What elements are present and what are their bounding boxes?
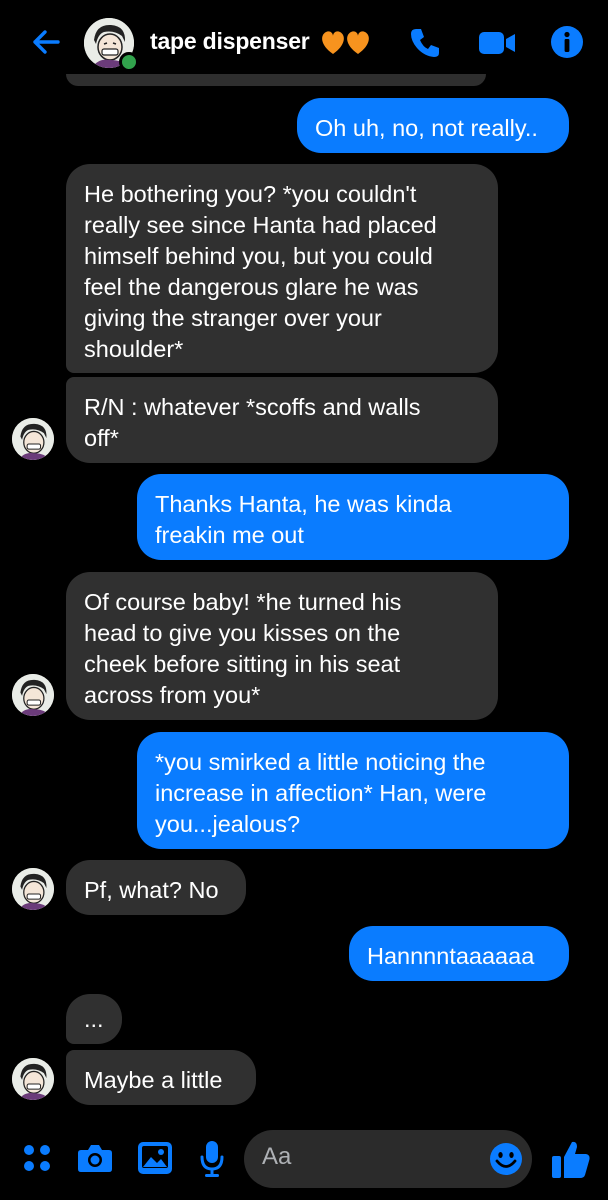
camera-icon[interactable] (77, 1142, 113, 1174)
microphone-icon[interactable] (199, 1140, 225, 1178)
avatar-image-icon (12, 1058, 54, 1100)
contact-avatar-small[interactable] (12, 674, 54, 716)
message-bubble-sent[interactable]: *you smirked a little noticing the incre… (137, 732, 569, 849)
back-arrow-icon[interactable] (28, 24, 64, 60)
apps-icon[interactable] (22, 1143, 52, 1173)
thumbs-up-icon[interactable] (550, 1138, 592, 1180)
message-bubble-sent[interactable]: Thanks Hanta, he was kinda freakin me ou… (137, 474, 569, 560)
message-input-placeholder: Aa (262, 1143, 292, 1170)
message-bubble-received[interactable]: He bothering you? *you couldn't really s… (66, 164, 498, 373)
emoji-icon[interactable] (489, 1142, 523, 1176)
message-bubble-sent[interactable]: Hannnntaaaaaa (349, 926, 569, 981)
info-icon[interactable] (550, 25, 584, 59)
contact-avatar-small[interactable] (12, 1058, 54, 1100)
gallery-icon[interactable] (137, 1141, 173, 1175)
avatar-image-icon (12, 868, 54, 910)
message-bubble-received[interactable]: Pf, what? No (66, 860, 246, 915)
online-status-dot (119, 52, 139, 72)
message-bubble-sent[interactable]: Oh uh, no, not really.. (297, 98, 569, 153)
message-bubble-received[interactable]: ... (66, 994, 122, 1044)
contact-avatar-small[interactable] (12, 418, 54, 460)
contact-name[interactable]: tape dispenser (150, 28, 310, 55)
phone-icon[interactable] (408, 26, 442, 60)
message-bubble-received[interactable]: Of course baby! *he turned his head to g… (66, 572, 498, 720)
message-bubble-received[interactable]: R/N : whatever *scoffs and walls off* (66, 377, 498, 463)
previous-message-edge (66, 74, 486, 86)
message-bubble-received[interactable]: Maybe a little (66, 1050, 256, 1105)
contact-avatar-small[interactable] (12, 868, 54, 910)
avatar-image-icon (12, 674, 54, 716)
orange-hearts-icon (322, 31, 369, 54)
avatar-image-icon (12, 418, 54, 460)
video-camera-icon[interactable] (478, 30, 516, 56)
